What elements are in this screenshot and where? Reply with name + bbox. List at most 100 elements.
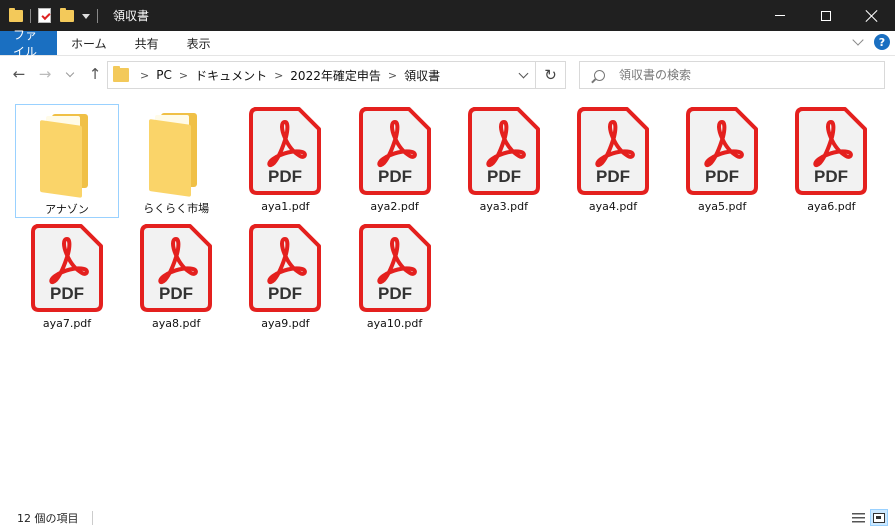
icon-container: PDF [464,106,544,196]
expand-ribbon-icon[interactable] [852,34,864,46]
folder-front [149,119,192,197]
chevron-down-icon [65,68,75,77]
forward-button[interactable]: → [37,66,53,82]
pdf-icon-text: PDF [50,284,84,303]
icon-container: PDF [245,106,325,196]
item-label: aya9.pdf [261,317,310,330]
icon-container [27,107,107,198]
icon-container: PDF [245,223,325,313]
breadcrumb-separator-icon[interactable]: > [388,69,397,82]
item-count: 12 個の項目 [17,511,79,525]
tab-home[interactable]: ホーム [57,31,121,55]
maximize-icon [821,10,831,21]
status-bar: 12 個の項目 [0,506,895,529]
address-bar[interactable]: > PC > ドキュメント > 2022年確定申告 > 領収書 [107,61,536,89]
window-title: 領収書 [113,9,150,23]
item-label: aya1.pdf [261,200,310,213]
refresh-button[interactable]: ↻ [536,61,566,89]
customize-dropdown-icon[interactable] [82,14,90,19]
icon-container: PDF [355,106,435,196]
minimize-icon [775,15,785,16]
close-button[interactable] [849,0,895,31]
pdf-icon: PDF [577,107,649,195]
folder-front [40,120,82,198]
item-label: aya5.pdf [698,200,747,213]
pdf-icon-text: PDF [159,284,193,303]
help-icon[interactable]: ? [874,34,890,50]
recent-locations-button[interactable] [65,66,75,82]
breadcrumb-documents[interactable]: ドキュメント [195,67,267,84]
pdf-icon-text: PDF [268,284,302,303]
file-item[interactable]: PDF aya6.pdf [779,104,883,218]
details-view-icon [851,512,865,523]
folder-item[interactable]: らくらく市場 [124,104,228,218]
search-box[interactable] [579,61,885,89]
pdf-icon: PDF [686,107,759,195]
pdf-icon-text: PDF [596,167,630,186]
icon-container: PDF [136,223,216,313]
pdf-icon-text: PDF [378,284,412,303]
breadcrumb-pc[interactable]: PC [156,68,172,82]
item-label: らくらく市場 [143,202,210,215]
folder-icon[interactable] [9,7,23,22]
maximize-button[interactable] [803,0,849,31]
item-label: aya8.pdf [152,317,201,330]
folder-item[interactable]: アナゾン [15,104,119,218]
new-folder-icon[interactable] [60,7,74,22]
icon-container: PDF [355,223,435,313]
item-label: aya2.pdf [370,200,419,213]
pdf-icon-text: PDF [705,167,739,186]
pdf-icon: PDF [249,107,322,195]
breadcrumb-receipts[interactable]: 領収書 [404,67,440,84]
pdf-icon: PDF [140,224,213,312]
search-icon [594,69,605,81]
title-bar: 領収書 [0,0,895,31]
file-item[interactable]: PDF aya1.pdf [233,104,337,218]
pdf-icon: PDF [795,107,868,195]
file-item[interactable]: PDF aya5.pdf [670,104,774,218]
up-button[interactable]: ↑ [87,66,103,82]
item-label: aya10.pdf [366,317,423,330]
folder-icon [113,66,129,82]
item-label: aya7.pdf [42,317,92,330]
file-item[interactable]: PDF aya3.pdf [452,104,556,218]
folder-icon [149,111,203,197]
pdf-icon-text: PDF [268,167,302,186]
item-label: aya6.pdf [807,200,856,213]
pdf-icon-text: PDF [487,167,521,186]
folder-icon [40,112,94,198]
icon-container [136,106,216,197]
file-item[interactable]: PDF aya8.pdf [124,221,228,335]
pdf-icon: PDF [358,107,431,195]
item-label: アナゾン [45,203,89,216]
file-item[interactable]: PDF aya7.pdf [15,221,119,335]
breadcrumb-separator-icon[interactable]: > [179,69,188,82]
icon-container: PDF [682,106,762,196]
pdf-icon-text: PDF [814,167,848,186]
pdf-icon: PDF [249,224,322,312]
file-item[interactable]: PDF aya4.pdf [561,104,665,218]
back-button[interactable]: ← [11,66,27,82]
tab-view[interactable]: 表示 [173,31,225,55]
tab-file[interactable]: ファイル [0,28,57,59]
address-dropdown-icon[interactable] [518,68,529,79]
pdf-icon: PDF [467,107,540,195]
breadcrumb-separator-icon[interactable]: > [140,69,149,82]
minimize-button[interactable] [757,0,803,31]
breadcrumb-separator-icon[interactable]: > [274,69,283,82]
file-item[interactable]: PDF aya2.pdf [343,104,447,218]
item-label: aya3.pdf [479,200,528,213]
item-label: aya4.pdf [588,200,638,213]
ribbon-tabs: ファイル ホーム 共有 表示 ? [0,28,895,59]
properties-check-icon[interactable] [38,8,51,23]
large-icons-view-icon [873,512,885,523]
file-item[interactable]: PDF aya10.pdf [343,221,447,335]
breadcrumb-tax-return[interactable]: 2022年確定申告 [290,67,381,84]
tab-share[interactable]: 共有 [121,31,173,55]
icon-container: PDF [27,223,107,313]
search-input[interactable] [619,68,859,82]
divider [91,510,93,525]
details-view-button[interactable] [849,509,867,526]
large-icons-view-button[interactable] [870,509,888,526]
file-item[interactable]: PDF aya9.pdf [233,221,337,335]
